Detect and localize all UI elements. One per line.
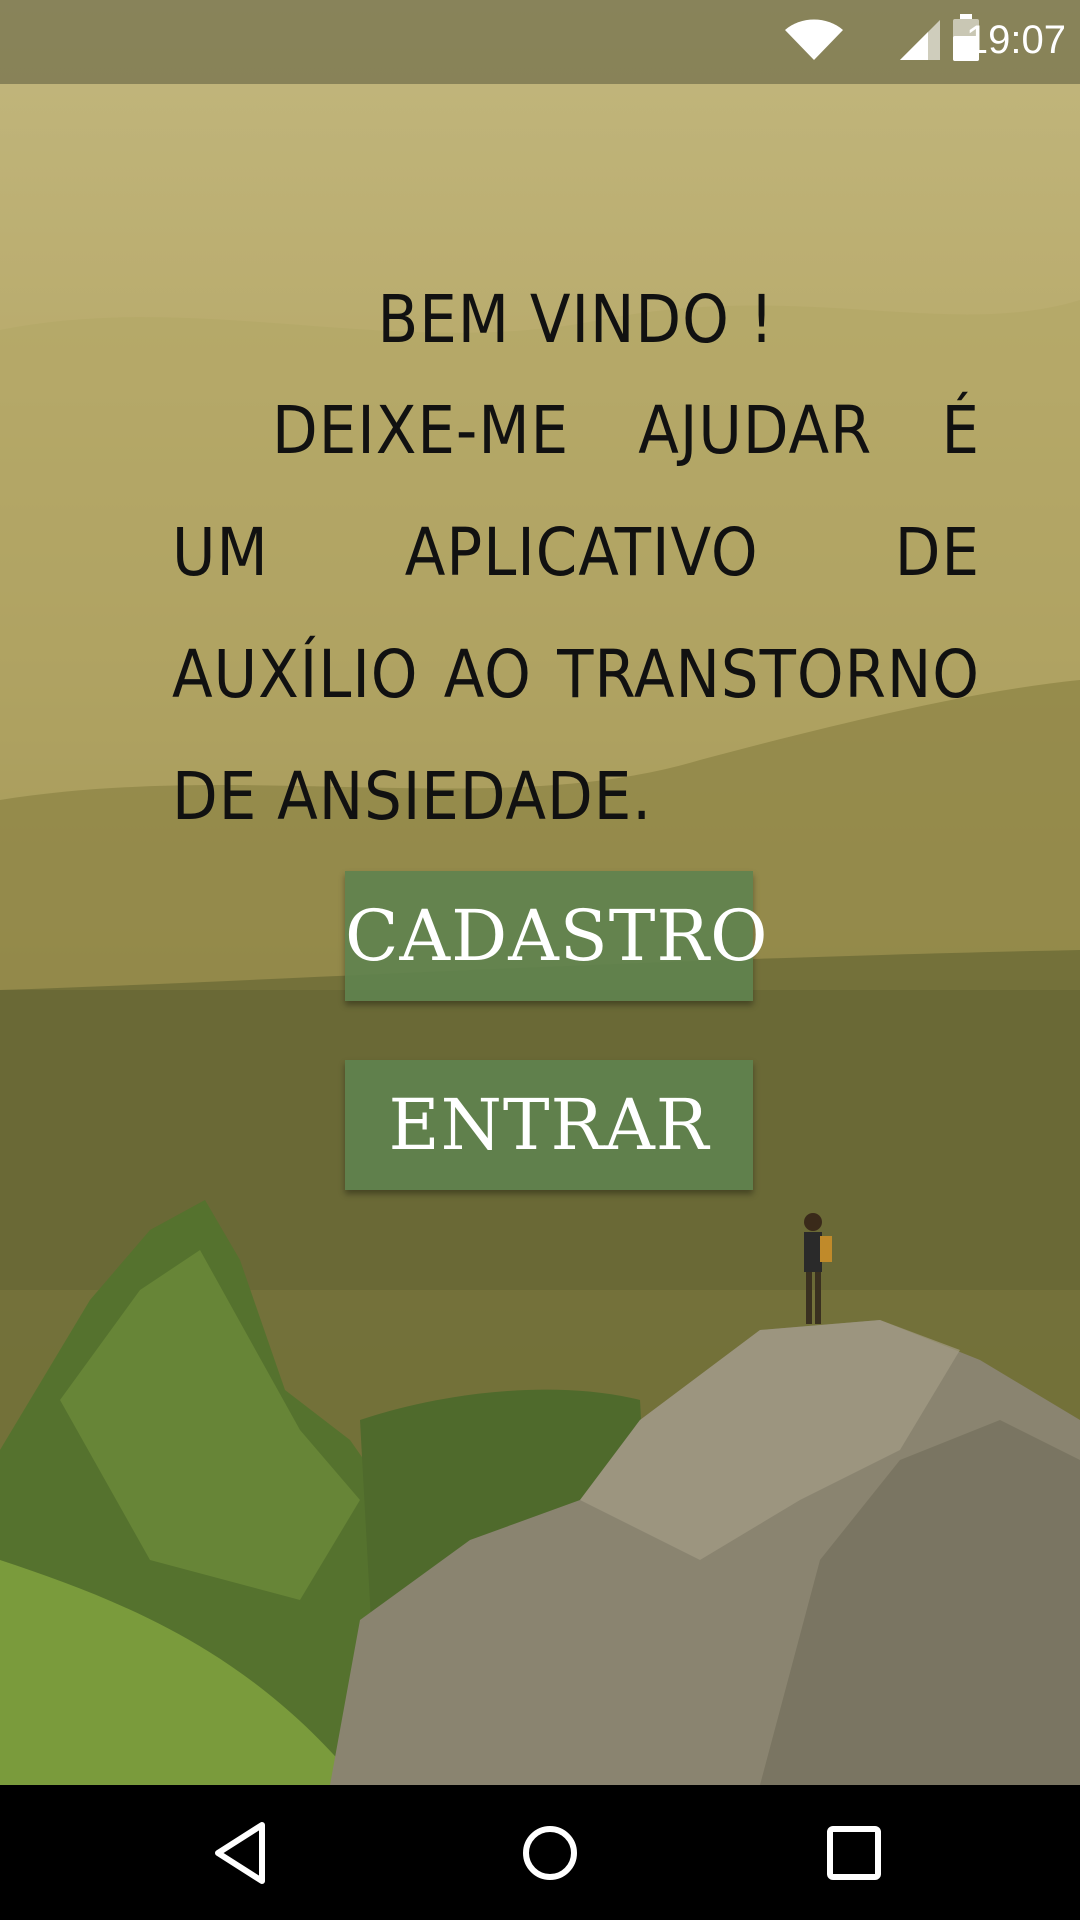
cell-signal-icon (900, 20, 940, 60)
back-icon[interactable] (204, 1815, 280, 1891)
navigation-bar (0, 1785, 1080, 1920)
status-bar: 19:07 (0, 0, 1080, 84)
cadastro-button[interactable]: Cadastro (345, 871, 768, 1001)
welcome-title: Bem vindo ! (377, 281, 775, 358)
welcome-text-block: Bem vindo ! deixe-me ajudar é um aplicat… (172, 270, 980, 858)
home-icon[interactable] (512, 1815, 588, 1891)
entrar-button[interactable]: Entrar (345, 1060, 753, 1190)
status-time: 19:07 (965, 18, 1066, 62)
recents-icon[interactable] (816, 1815, 892, 1891)
welcome-description: deixe-me ajudar é um aplicativo de auxíl… (172, 392, 980, 835)
wifi-icon (785, 19, 843, 60)
